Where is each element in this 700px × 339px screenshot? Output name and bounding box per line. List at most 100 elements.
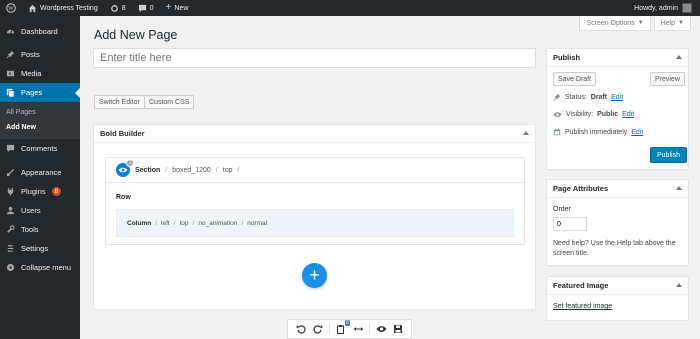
pages-icon xyxy=(6,88,15,97)
row-label[interactable]: Row xyxy=(116,194,131,201)
account-menu[interactable]: Howdy, admin xyxy=(634,3,700,13)
refresh-icon xyxy=(110,3,118,12)
page-attributes-header[interactable]: Page Attributes xyxy=(547,180,688,198)
save-draft-button[interactable]: Save Draft xyxy=(553,72,597,86)
sidebar-item-posts[interactable]: Posts xyxy=(0,45,80,64)
sidebar-item-appearance[interactable]: Appearance xyxy=(0,163,80,182)
comments-count: 0 xyxy=(149,4,154,12)
section-attr-width: boxed_1200 xyxy=(172,166,211,174)
column-label: Column xyxy=(127,219,152,227)
order-input[interactable] xyxy=(553,217,587,231)
submenu-add-new[interactable]: Add New xyxy=(0,120,80,135)
switch-editor-button[interactable]: Switch Editor xyxy=(94,95,145,109)
section-visibility-toggle[interactable]: 1 xyxy=(116,159,134,177)
updates-menu[interactable]: 8 xyxy=(104,0,132,16)
sidebar-collapse-menu[interactable]: Collapse menu xyxy=(0,258,80,277)
admin-sidebar: Dashboard Posts Media Pages All Pages Ad… xyxy=(0,16,80,339)
svg-text:W: W xyxy=(8,6,14,12)
sidebar-item-dashboard[interactable]: Dashboard xyxy=(0,22,80,41)
settings-icon xyxy=(6,244,15,253)
comment-icon xyxy=(138,4,146,12)
plugins-update-badge: 8 xyxy=(51,187,61,196)
visibility-value: Public xyxy=(597,111,619,118)
status-line: Status: Draft Edit xyxy=(553,93,623,101)
clipboard-count-badge: 0 xyxy=(345,320,350,326)
add-section-button[interactable]: + xyxy=(302,263,327,288)
toggle-arrow-icon[interactable] xyxy=(676,186,682,190)
plugin-icon xyxy=(6,187,15,196)
edit-visibility-link[interactable]: Edit xyxy=(622,111,634,118)
dashboard-icon xyxy=(6,27,15,36)
publish-button[interactable]: Publish xyxy=(650,147,687,163)
toggle-arrow-icon[interactable] xyxy=(676,55,682,59)
wordpress-icon: W xyxy=(6,3,16,13)
builder-toolbar: 0 xyxy=(287,319,412,339)
greeting: Howdy, admin xyxy=(634,4,678,12)
screen-options-button[interactable]: Screen Options ▼ xyxy=(579,16,651,31)
toggle-arrow-icon[interactable] xyxy=(676,283,682,287)
builder-column[interactable]: Column / left / top / no_animation / nor… xyxy=(116,209,514,237)
sidebar-item-media[interactable]: Media xyxy=(0,64,80,83)
column-attr-align: left xyxy=(161,219,170,227)
pin-icon xyxy=(6,50,15,59)
screen-meta-links: Screen Options ▼ Help ▼ xyxy=(579,16,691,31)
post-title-input[interactable] xyxy=(93,48,536,68)
wrench-icon xyxy=(6,225,15,234)
calendar-icon xyxy=(553,128,561,136)
pages-submenu: All Pages Add New xyxy=(0,102,80,139)
undo-icon[interactable] xyxy=(295,323,307,335)
plus-icon: + xyxy=(309,265,320,285)
column-attr-valign: top xyxy=(179,219,189,227)
bold-builder-header[interactable]: Bold Builder xyxy=(94,125,535,143)
status-value: Draft xyxy=(590,93,608,101)
new-label: New xyxy=(174,4,189,12)
featured-image-box: Featured Image xyxy=(546,276,689,321)
submenu-all-pages[interactable]: All Pages xyxy=(0,105,80,120)
sidebar-item-plugins[interactable]: Plugins 8 xyxy=(0,182,80,201)
redo-icon[interactable] xyxy=(312,323,324,335)
page-title: Add New Page xyxy=(94,28,178,42)
attributes-help-text: Need help? Use the Help tab above the sc… xyxy=(553,240,676,257)
featured-image-header[interactable]: Featured Image xyxy=(547,277,688,295)
eye-icon xyxy=(553,112,562,117)
preview-eye-icon[interactable] xyxy=(375,323,387,335)
site-name-menu[interactable]: Wordpress Testing xyxy=(22,0,104,16)
sidebar-item-settings[interactable]: Settings xyxy=(0,239,80,258)
caret-down-icon: ▼ xyxy=(678,20,684,26)
help-button[interactable]: Help ▼ xyxy=(653,16,691,31)
publish-header[interactable]: Publish xyxy=(547,49,688,67)
set-featured-image-link[interactable]: Set featured image xyxy=(553,303,612,310)
media-icon xyxy=(6,69,15,78)
brush-icon xyxy=(6,168,15,177)
save-icon[interactable] xyxy=(392,323,404,335)
collapse-icon xyxy=(6,263,15,272)
section-count-badge: 1 xyxy=(126,159,134,167)
sidebar-item-comments[interactable]: Comments xyxy=(0,139,80,158)
edit-status-link[interactable]: Edit xyxy=(611,94,623,101)
home-icon xyxy=(28,4,37,12)
caret-down-icon: ▼ xyxy=(637,20,644,26)
section-header[interactable]: 1 Section / boxed_1200 / top / xyxy=(106,158,524,183)
sidebar-item-users[interactable]: Users xyxy=(0,201,80,220)
site-name: Wordpress Testing xyxy=(40,4,98,12)
custom-css-button[interactable]: Custom CSS xyxy=(144,95,195,109)
toggle-arrow-icon[interactable] xyxy=(523,131,529,135)
section-label: Section xyxy=(135,166,161,174)
wp-logo-menu[interactable]: W xyxy=(0,0,22,16)
comments-icon xyxy=(6,144,15,153)
column-attr-animation: no_animation xyxy=(198,219,238,227)
comments-menu[interactable]: 0 xyxy=(132,0,160,16)
edit-schedule-link[interactable]: Edit xyxy=(631,129,643,136)
move-icon[interactable] xyxy=(352,323,364,335)
eye-icon xyxy=(118,167,128,173)
new-content-menu[interactable]: + New xyxy=(160,0,195,16)
admin-bar: W Wordpress Testing 8 0 + New Howdy, adm… xyxy=(0,0,700,16)
clipboard-icon[interactable]: 0 xyxy=(335,320,350,335)
section-attr-align: top xyxy=(222,166,233,174)
sidebar-item-pages[interactable]: Pages xyxy=(0,83,80,102)
sidebar-item-tools[interactable]: Tools xyxy=(0,220,80,239)
preview-button[interactable]: Preview xyxy=(650,72,685,86)
visibility-line: Visibility: Public Edit xyxy=(553,111,634,118)
builder-section[interactable]: 1 Section / boxed_1200 / top / Row Colum… xyxy=(105,157,525,245)
updates-count: 8 xyxy=(121,4,126,12)
